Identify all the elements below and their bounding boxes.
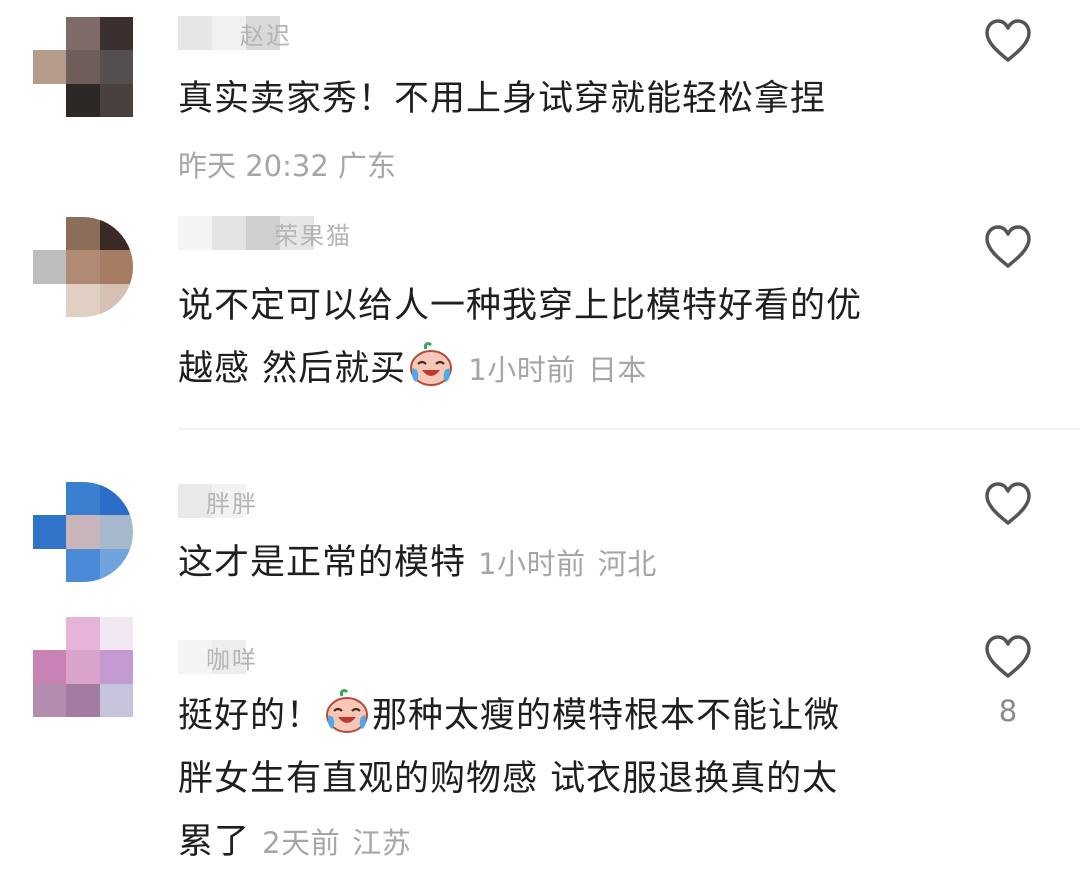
heart-outline-icon[interactable] bbox=[983, 481, 1033, 527]
comment-body-text: 越感 然后就买 bbox=[178, 349, 407, 389]
comment-text[interactable]: 真实卖家秀！不用上身试穿就能轻松拿捏 bbox=[178, 68, 938, 131]
comment-body: 真实卖家秀！不用上身试穿就能轻松拿捏 bbox=[178, 79, 827, 119]
comment-location: 河北 bbox=[597, 547, 657, 581]
avatar[interactable] bbox=[33, 617, 133, 717]
comment-location: 广东 bbox=[338, 149, 397, 183]
comment-body-text: 累了 bbox=[178, 822, 251, 862]
comment-location: 江苏 bbox=[352, 826, 412, 860]
username-text: 胖胖 bbox=[206, 489, 258, 518]
comment-time: 2天前 bbox=[262, 826, 341, 860]
comment-body-line: 胖女生有直观的购物感 试衣服退换真的太 bbox=[178, 759, 839, 799]
username-text: 赵迟 bbox=[240, 21, 292, 50]
heart-outline-icon[interactable] bbox=[983, 634, 1033, 680]
comment-body-text: 挺好的！ bbox=[178, 696, 323, 736]
avatar[interactable] bbox=[33, 217, 133, 317]
username-text: 荣果猫 bbox=[274, 221, 352, 250]
crying-laughing-emoji-icon bbox=[408, 342, 454, 388]
avatar[interactable] bbox=[33, 17, 133, 117]
heart-outline-icon[interactable] bbox=[983, 224, 1033, 270]
comment-body-line: 说不定可以给人一种我穿上比模特好看的优 bbox=[178, 286, 863, 326]
comment-location: 日本 bbox=[587, 353, 647, 387]
comment-body: 这才是正常的模特 bbox=[178, 543, 467, 583]
comment-meta: 昨天 20:32 广东 bbox=[178, 143, 396, 185]
username[interactable]: 胖胖 bbox=[178, 484, 258, 518]
comment-text[interactable]: 这才是正常的模特 1小时前 河北 bbox=[178, 532, 938, 596]
comment-body-line: 累了 2天前 江苏 bbox=[178, 811, 938, 875]
username-text: 咖咩 bbox=[206, 645, 258, 674]
username[interactable]: 咖咩 bbox=[178, 640, 258, 674]
heart-outline-icon[interactable] bbox=[983, 18, 1033, 64]
comment-time: 1小时前 bbox=[478, 547, 586, 581]
avatar[interactable] bbox=[33, 482, 133, 582]
comment-time: 昨天 20:32 bbox=[178, 149, 329, 183]
comment-body-line: 越感 然后就买 1小时前 日本 bbox=[178, 338, 938, 402]
username[interactable]: 赵迟 bbox=[178, 16, 292, 50]
username[interactable]: 荣果猫 bbox=[178, 216, 352, 250]
comment-text[interactable]: 挺好的！ 那种太瘦的模特根本不能让微 胖女生有直观的购物感 试衣服退换真的太 累了… bbox=[178, 685, 938, 875]
like-count: 8 bbox=[998, 694, 1018, 728]
crying-laughing-emoji-icon bbox=[324, 689, 370, 735]
comment-body-text: 那种太瘦的模特根本不能让微 bbox=[372, 696, 841, 736]
comment-body-line: 挺好的！ 那种太瘦的模特根本不能让微 bbox=[178, 685, 938, 748]
comment-text[interactable]: 说不定可以给人一种我穿上比模特好看的优 越感 然后就买 1小时前 日本 bbox=[178, 275, 938, 402]
divider bbox=[178, 428, 1080, 430]
comment-time: 1小时前 bbox=[468, 353, 576, 387]
